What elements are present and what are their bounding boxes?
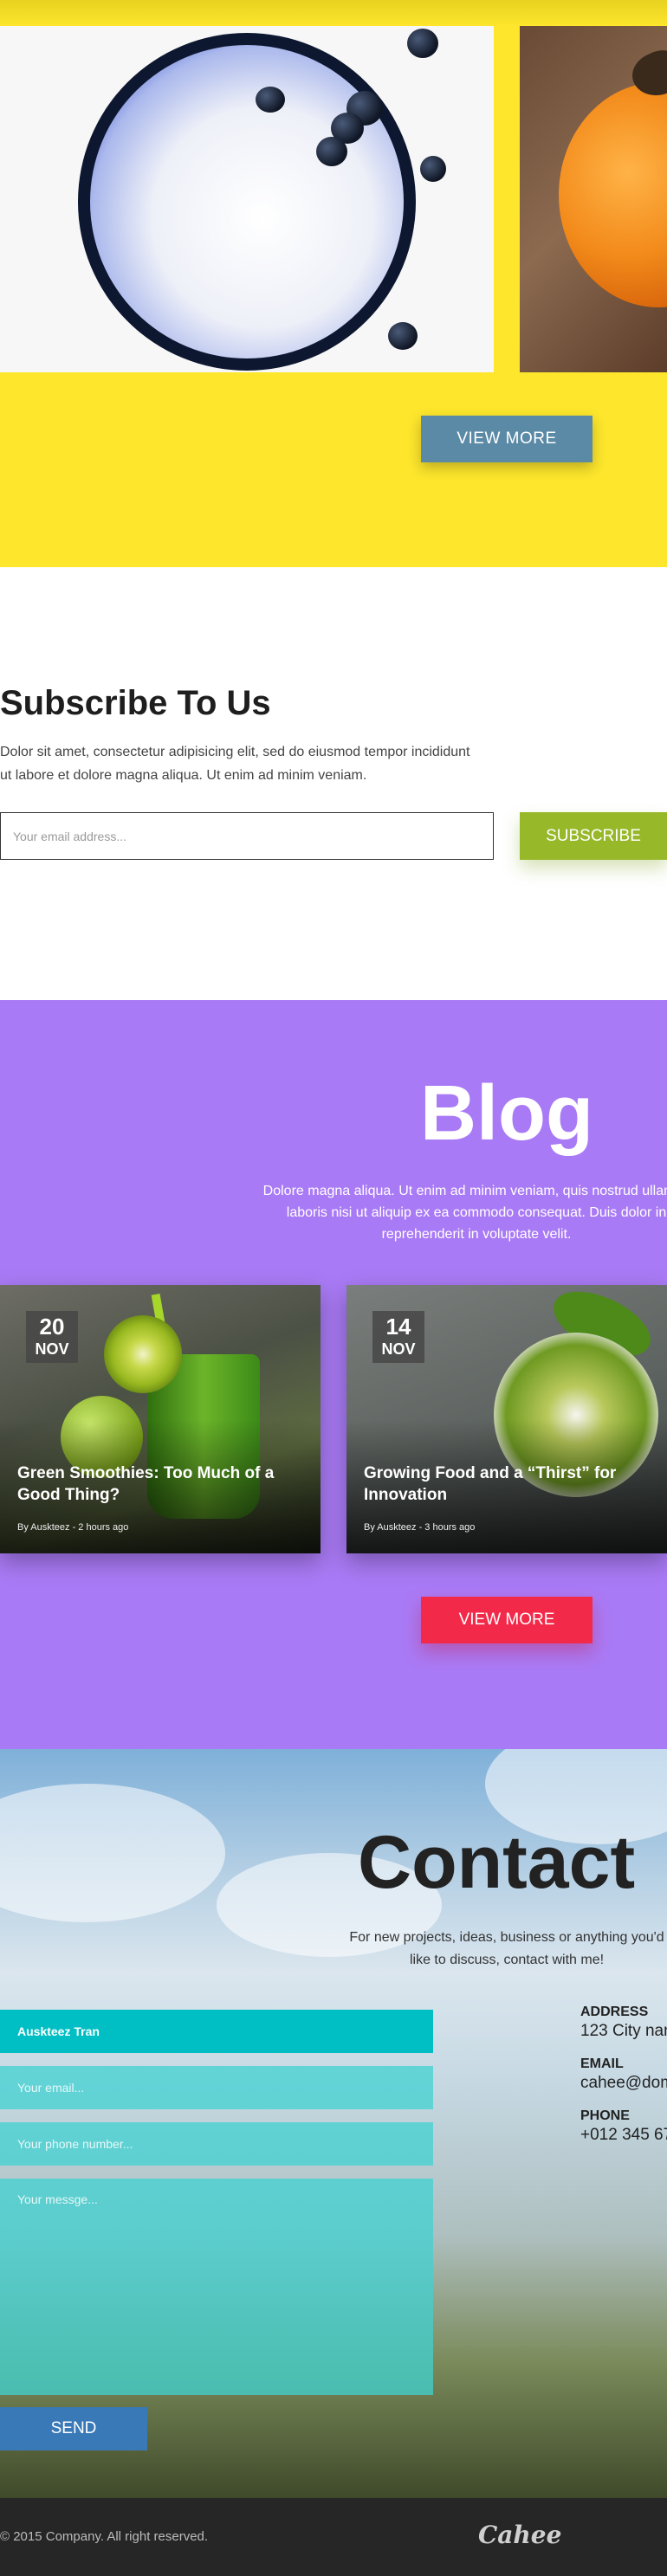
blog-title: Blog bbox=[420, 1070, 593, 1157]
background-cloud bbox=[0, 1784, 225, 1922]
blog-section: Blog Dolore magna aliqua. Ut enim ad min… bbox=[0, 1000, 667, 1749]
blog-post-card[interactable]: 14 NOV Growing Food and a “Thirst” for I… bbox=[346, 1285, 667, 1553]
gallery-image-yogurt-bowl[interactable] bbox=[0, 26, 494, 372]
name-field[interactable] bbox=[0, 2010, 433, 2053]
blog-post-card[interactable]: 20 NOV Green Smoothies: Too Much of a Go… bbox=[0, 1285, 321, 1553]
email-label: EMAIL bbox=[580, 2056, 624, 2071]
subscribe-button[interactable]: SUBSCRIBE bbox=[520, 812, 667, 860]
subscribe-email-input[interactable] bbox=[0, 812, 494, 860]
blog-view-more-button[interactable]: VIEW MORE bbox=[421, 1597, 593, 1643]
gallery-image-persimmon[interactable] bbox=[520, 26, 667, 372]
post-date-month: NOV bbox=[381, 1340, 416, 1358]
post-title-link[interactable]: Green Smoothies: Too Much of a Good Thin… bbox=[17, 1462, 303, 1506]
post-meta: By Auskteez - 2 hours ago bbox=[17, 1522, 129, 1533]
blueberry bbox=[316, 137, 347, 166]
brand-logo[interactable]: Cahee bbox=[478, 2521, 561, 2549]
gallery-top-shade bbox=[0, 0, 667, 26]
post-date-badge: 14 NOV bbox=[372, 1311, 424, 1363]
post-date-month: NOV bbox=[35, 1340, 69, 1358]
address-label: ADDRESS bbox=[580, 2005, 649, 2019]
email-value[interactable]: cahee@domain.com bbox=[580, 2074, 667, 2093]
blueberry bbox=[388, 322, 418, 350]
post-meta: By Auskteez - 3 hours ago bbox=[364, 1522, 476, 1533]
post-date-day: 14 bbox=[385, 1314, 411, 1340]
message-field[interactable] bbox=[0, 2179, 433, 2395]
post-date-badge: 20 NOV bbox=[26, 1311, 78, 1363]
contact-info-address: ADDRESS 123 City name bbox=[580, 2005, 667, 2041]
subscribe-description: Dolor sit amet, consectetur adipisicing … bbox=[0, 745, 470, 783]
blueberry bbox=[256, 87, 285, 113]
email-field[interactable] bbox=[0, 2066, 433, 2109]
blog-description: Dolore magna aliqua. Ut enim ad minim ve… bbox=[262, 1184, 667, 1242]
contact-info-email: EMAIL cahee@domain.com bbox=[580, 2056, 667, 2093]
post-title-link[interactable]: Growing Food and a “Thirst” for Innovati… bbox=[364, 1462, 650, 1506]
subscribe-section: Subscribe To Us Dolor sit amet, consecte… bbox=[0, 567, 667, 1000]
copyright-text: © 2015 Company. All right reserved. bbox=[0, 2529, 209, 2544]
gallery-view-more-button[interactable]: VIEW MORE bbox=[421, 416, 593, 462]
blueberry bbox=[407, 29, 438, 58]
gallery-section: VIEW MORE bbox=[0, 0, 667, 567]
subscribe-title: Subscribe To Us bbox=[0, 684, 271, 722]
address-value: 123 City name bbox=[580, 2022, 667, 2040]
phone-value: +012 345 6789 bbox=[580, 2126, 667, 2144]
post-date-day: 20 bbox=[39, 1314, 65, 1340]
phone-field[interactable] bbox=[0, 2122, 433, 2166]
contact-info-phone: PHONE +012 345 6789 bbox=[580, 2108, 667, 2145]
contact-title: Contact bbox=[358, 1821, 636, 1904]
blueberry bbox=[420, 156, 446, 182]
phone-label: PHONE bbox=[580, 2108, 630, 2123]
persimmon-fruit bbox=[559, 82, 667, 307]
contact-description: For new projects, ideas, business or any… bbox=[349, 1930, 664, 1967]
footer: © 2015 Company. All right reserved. Cahe… bbox=[0, 2498, 667, 2576]
contact-section: Contact For new projects, ideas, busines… bbox=[0, 1749, 667, 2498]
send-button[interactable]: SEND bbox=[0, 2407, 147, 2450]
